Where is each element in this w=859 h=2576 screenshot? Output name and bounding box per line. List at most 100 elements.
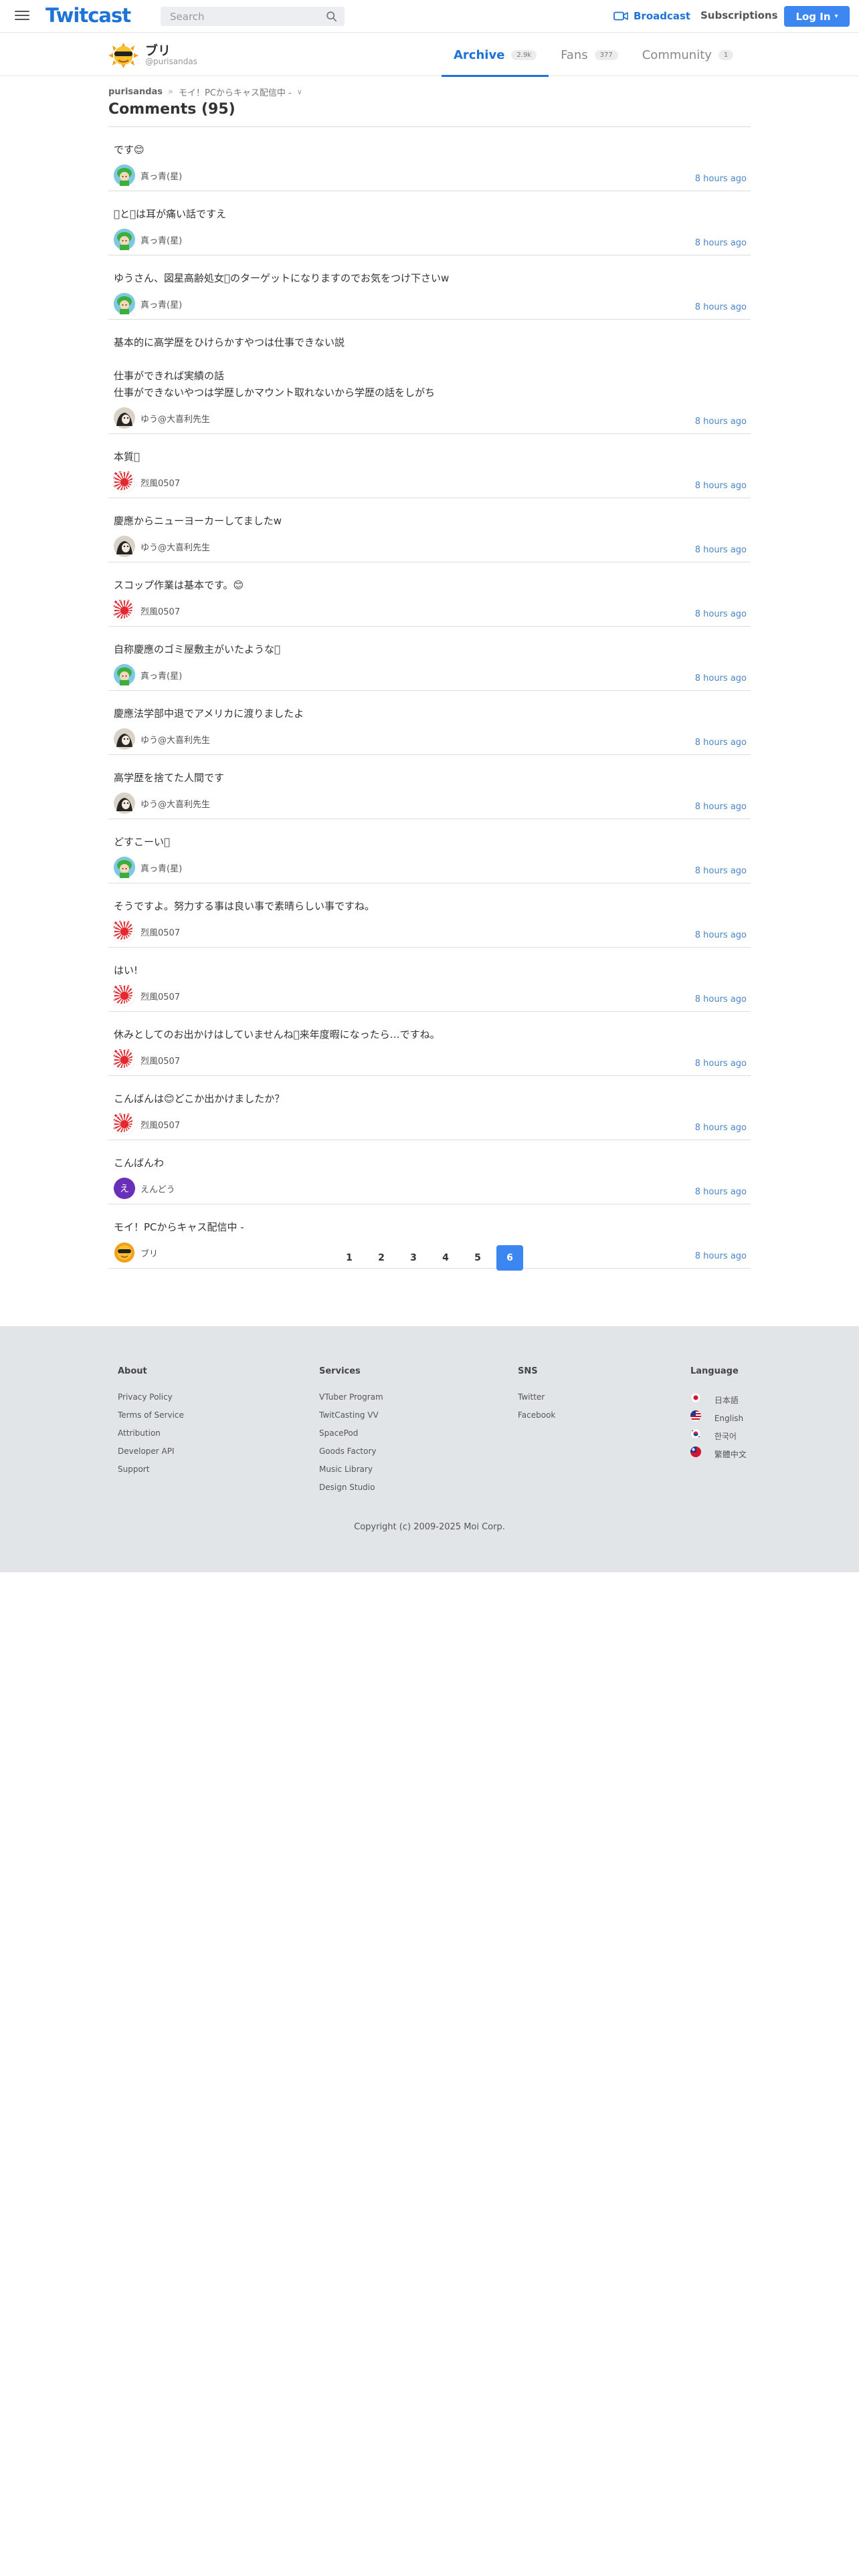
avatar[interactable] <box>114 985 135 1006</box>
footer-link[interactable]: VTuber Program <box>319 1392 383 1404</box>
avatar[interactable] <box>114 600 135 621</box>
page-button-2[interactable]: 2 <box>368 1245 395 1271</box>
comment-author-name[interactable]: 真っ青(星) <box>140 233 182 246</box>
avatar[interactable]: え <box>114 1178 135 1199</box>
comment-author[interactable]: 烈風0507 <box>114 1113 745 1136</box>
footer-link[interactable]: Privacy Policy <box>118 1392 184 1404</box>
avatar[interactable] <box>114 664 135 685</box>
avatar[interactable] <box>114 293 135 314</box>
footer-link[interactable]: Support <box>118 1465 184 1476</box>
comment-author-name[interactable]: 真っ青(星) <box>140 669 182 681</box>
footer-link[interactable]: Music Library <box>319 1465 383 1476</box>
avatar[interactable] <box>114 165 135 186</box>
search-icon[interactable] <box>326 11 337 22</box>
comment-author[interactable]: 真っ青(星) <box>114 228 745 251</box>
language-korean[interactable]: 한국어 <box>690 1428 747 1441</box>
site-logo[interactable]: Twitcast <box>45 4 131 27</box>
comment-author-name[interactable]: 烈風0507 <box>140 476 180 489</box>
comment-author-name[interactable]: 烈風0507 <box>140 605 180 617</box>
comment-author-name[interactable]: えんどう <box>140 1182 175 1195</box>
comment-author-name[interactable]: 烈風0507 <box>140 926 180 938</box>
language-traditional-chinese[interactable]: 繁體中文 <box>690 1446 747 1459</box>
comment-author[interactable]: 真っ青(星) <box>114 164 745 187</box>
comment-author-name[interactable]: 真っ青(星) <box>140 298 182 310</box>
comment-time[interactable]: 8 hours ago <box>695 1123 747 1133</box>
page-button-1[interactable]: 1 <box>336 1245 363 1271</box>
comment-author[interactable]: 烈風0507 <box>114 471 745 494</box>
comment-time[interactable]: 8 hours ago <box>695 174 747 184</box>
comment-author-name[interactable]: ゆう@大喜利先生 <box>140 540 210 553</box>
comment-author-name[interactable]: 烈風0507 <box>140 990 180 1002</box>
footer-link[interactable]: SpacePod <box>319 1428 383 1440</box>
profile-avatar[interactable] <box>108 43 138 68</box>
comment-author-name[interactable]: ゆう@大喜利先生 <box>140 797 210 810</box>
comment-author[interactable]: 烈風0507 <box>114 984 745 1007</box>
comment-author[interactable]: ゆう@大喜利先生 <box>114 407 745 429</box>
comment-author-name[interactable]: ゆう@大喜利先生 <box>140 733 210 746</box>
comment-time[interactable]: 8 hours ago <box>695 302 747 312</box>
footer-link-facebook[interactable]: Facebook <box>518 1410 555 1422</box>
comment-author[interactable]: ゆう@大喜利先生 <box>114 535 745 558</box>
chevron-down-icon[interactable]: ∨ <box>297 88 302 96</box>
login-button[interactable]: Log In ▾ <box>784 6 850 27</box>
footer-link[interactable]: Design Studio <box>319 1483 383 1494</box>
breadcrumb-user[interactable]: purisandas <box>108 87 163 97</box>
avatar[interactable] <box>114 536 135 557</box>
comment-author-name[interactable]: 真っ青(星) <box>140 861 182 874</box>
comment-time[interactable]: 8 hours ago <box>695 609 747 619</box>
footer-link-twitter[interactable]: Twitter <box>518 1392 555 1404</box>
footer-link[interactable]: Terms of Service <box>118 1410 184 1422</box>
broadcast-button[interactable]: Broadcast <box>613 9 690 23</box>
comment-time[interactable]: 8 hours ago <box>695 673 747 683</box>
comment-author[interactable]: 真っ青(星) <box>114 292 745 315</box>
avatar[interactable] <box>114 921 135 942</box>
avatar[interactable] <box>114 407 135 429</box>
footer-link[interactable]: Developer API <box>118 1446 184 1458</box>
comment-time[interactable]: 8 hours ago <box>695 930 747 940</box>
comment-time[interactable]: 8 hours ago <box>695 481 747 491</box>
avatar[interactable] <box>114 1049 135 1071</box>
avatar[interactable] <box>114 792 135 814</box>
profile-name[interactable]: ブリ <box>145 41 171 59</box>
comment-author[interactable]: 烈風0507 <box>114 1049 745 1071</box>
comment-time[interactable]: 8 hours ago <box>695 1059 747 1069</box>
page-button-4[interactable]: 4 <box>432 1245 459 1271</box>
page-button-6[interactable]: 6 <box>496 1245 523 1271</box>
comment-author[interactable]: 烈風0507 <box>114 920 745 943</box>
comment-time[interactable]: 8 hours ago <box>695 545 747 555</box>
language-english[interactable]: English <box>690 1410 747 1423</box>
avatar[interactable] <box>114 229 135 250</box>
comment-time[interactable]: 8 hours ago <box>695 802 747 812</box>
language-japanese[interactable]: 日本語 <box>690 1392 747 1405</box>
comment-author[interactable]: 真っ青(星) <box>114 663 745 686</box>
avatar[interactable] <box>114 471 135 493</box>
footer-link[interactable]: TwitCasting VV <box>319 1410 383 1422</box>
comment-time[interactable]: 8 hours ago <box>695 1187 747 1197</box>
comment-time[interactable]: 8 hours ago <box>695 238 747 248</box>
page-button-3[interactable]: 3 <box>400 1245 427 1271</box>
comment-author[interactable]: 烈風0507 <box>114 599 745 622</box>
avatar[interactable] <box>114 1113 135 1135</box>
page-button-5[interactable]: 5 <box>464 1245 491 1271</box>
comment-author-name[interactable]: ゆう@大喜利先生 <box>140 412 210 425</box>
comment-author[interactable]: え えんどう <box>114 1177 745 1200</box>
hamburger-menu-icon[interactable] <box>15 9 29 22</box>
tab-fans[interactable]: Fans 377 <box>549 33 630 76</box>
comment-author[interactable]: 真っ青(星) <box>114 856 745 879</box>
tab-community[interactable]: Community 1 <box>630 33 746 76</box>
comment-time[interactable]: 8 hours ago <box>695 738 747 748</box>
tab-archive[interactable]: Archive 2.9k <box>442 33 549 77</box>
comment-time[interactable]: 8 hours ago <box>695 417 747 427</box>
avatar[interactable] <box>114 857 135 878</box>
subscriptions-link[interactable]: Subscriptions <box>700 9 778 21</box>
avatar[interactable] <box>114 728 135 750</box>
footer-link[interactable]: Goods Factory <box>319 1446 383 1458</box>
comment-author[interactable]: ゆう@大喜利先生 <box>114 728 745 750</box>
comment-author[interactable]: ゆう@大喜利先生 <box>114 792 745 815</box>
comment-author-name[interactable]: 烈風0507 <box>140 1054 180 1067</box>
comment-author-name[interactable]: 真っ青(星) <box>140 169 182 182</box>
search-input[interactable] <box>161 7 321 26</box>
breadcrumb-movie[interactable]: モイ！PCからキャス配信中 - <box>179 86 292 98</box>
comment-time[interactable]: 8 hours ago <box>695 866 747 876</box>
footer-link[interactable]: Attribution <box>118 1428 184 1440</box>
